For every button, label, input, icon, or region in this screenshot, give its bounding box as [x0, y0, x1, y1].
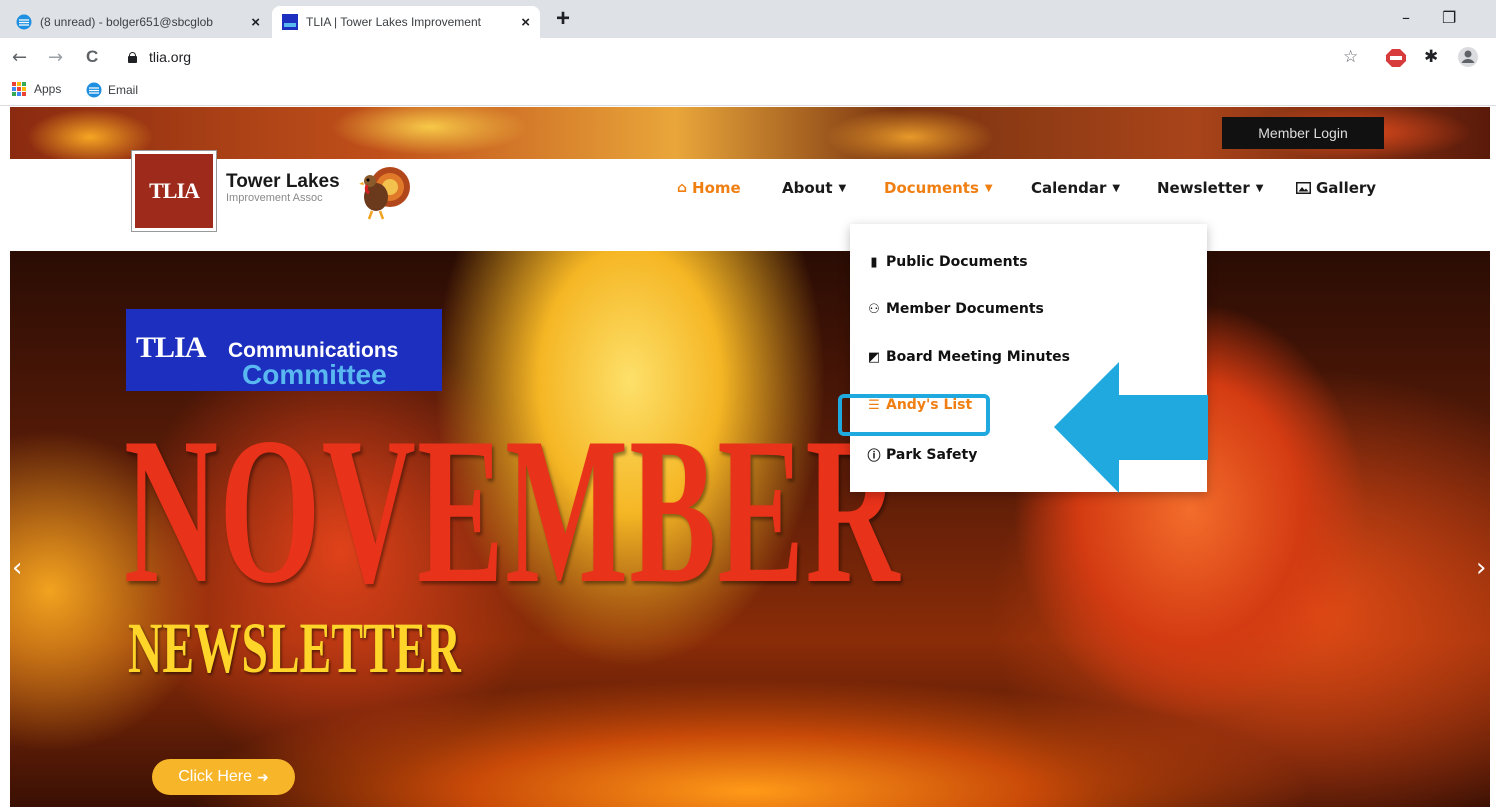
menu-item-public-documents[interactable]: ▮ Public Documents — [866, 254, 1028, 270]
edit-icon: ◩ — [867, 349, 881, 365]
menu-item-label: Andy's List — [886, 397, 973, 413]
menu-item-label: Member Documents — [886, 301, 1044, 317]
chevron-down-icon: ▼ — [838, 182, 847, 194]
menu-item-park-safety[interactable]: ⓘ Park Safety — [866, 445, 978, 465]
chevron-down-icon: ▼ — [1255, 182, 1264, 194]
cta-label: Click Here — [178, 768, 253, 785]
tab-tlia[interactable]: TLIA | Tower Lakes Improvement × — [272, 6, 540, 38]
menu-item-label: Public Documents — [886, 254, 1028, 270]
prev-slide-arrow[interactable]: ‹ — [12, 553, 22, 583]
chevron-down-icon: ▼ — [984, 182, 993, 194]
file-icon: ▮ — [870, 254, 878, 270]
nav-label: Home — [692, 179, 741, 197]
nav-label: Calendar — [1031, 179, 1107, 197]
committee-line2: Committee — [242, 359, 387, 390]
nav-label: About — [782, 179, 833, 197]
tlia-favicon-icon — [282, 14, 298, 30]
list-icon: ☰ — [868, 397, 880, 413]
extensions-icon[interactable]: ✱ — [1424, 47, 1438, 67]
menu-item-label: Board Meeting Minutes — [886, 349, 1070, 365]
email-favicon-icon — [16, 14, 32, 30]
nav-documents[interactable]: Documents ▼ — [884, 179, 993, 197]
forward-button[interactable]: → — [48, 47, 63, 68]
reload-button[interactable]: C — [86, 47, 98, 67]
minimize-button[interactable]: – — [1402, 8, 1410, 27]
bookmark-label: Email — [108, 83, 139, 97]
address-bar: ← → C tlia.org ☆ ✱ — [0, 38, 1496, 76]
nav-label: Newsletter — [1157, 179, 1250, 197]
arrow-circle-right-icon: ➜ — [257, 768, 269, 785]
menu-item-board-meeting-minutes[interactable]: ◩ Board Meeting Minutes — [866, 349, 1070, 365]
bookmark-apps[interactable]: Apps — [12, 82, 61, 96]
bookmark-email[interactable]: Email — [86, 82, 138, 98]
menu-item-andys-list[interactable]: ☰ Andy's List — [866, 397, 972, 413]
communications-committee-badge: TLIA Communications Committee — [126, 309, 442, 391]
tab-close-icon[interactable]: × — [251, 14, 260, 31]
website: Member Login TLIA Tower Lakes Improvemen… — [0, 107, 1496, 807]
lock-icon — [128, 52, 137, 63]
logo-subtitle: Improvement Assoc — [226, 192, 323, 204]
chevron-down-icon: ▼ — [1112, 182, 1121, 194]
adblock-icon[interactable] — [1386, 49, 1406, 67]
home-icon: ⌂ — [677, 180, 688, 196]
member-login-button[interactable]: Member Login — [1222, 117, 1384, 149]
bookmark-star-icon[interactable]: ☆ — [1343, 47, 1358, 67]
tab-email[interactable]: (8 unread) - bolger651@sbcglob × — [6, 6, 270, 38]
url-text: tlia.org — [149, 49, 192, 65]
committee-abbrev: TLIA — [136, 331, 206, 364]
image-icon — [1296, 182, 1311, 194]
menu-item-member-documents[interactable]: ⚇ Member Documents — [866, 301, 1044, 317]
users-icon: ⚇ — [868, 301, 880, 317]
site-navbar: TLIA Tower Lakes Improvement Assoc ⌂ Hom… — [0, 151, 1496, 251]
logo-title: Tower Lakes — [226, 171, 340, 192]
tlia-logo[interactable]: TLIA — [132, 151, 216, 231]
back-button[interactable]: ← — [12, 47, 27, 68]
click-here-button[interactable]: Click Here ➜ — [152, 759, 295, 795]
next-slide-arrow[interactable]: › — [1476, 553, 1486, 583]
browser-tab-strip: (8 unread) - bolger651@sbcglob × TLIA | … — [0, 0, 1496, 38]
nav-calendar[interactable]: Calendar ▼ — [1031, 179, 1120, 197]
hero-headline: NOVEMBER — [124, 395, 901, 627]
bookmark-label: Apps — [34, 82, 62, 96]
tab-label: TLIA | Tower Lakes Improvement — [306, 15, 481, 29]
nav-home[interactable]: ⌂ Home — [677, 179, 741, 197]
nav-label: Documents — [884, 179, 979, 197]
header-banner-image: Member Login — [10, 107, 1490, 159]
hero-subheadline: NEWSLETTER — [128, 608, 461, 688]
nav-gallery[interactable]: Gallery — [1296, 179, 1376, 197]
bookmarks-bar: Apps Email — [0, 76, 1496, 106]
new-tab-button[interactable]: + — [556, 5, 570, 33]
info-icon: ⓘ — [867, 449, 881, 464]
email-favicon-icon — [86, 82, 102, 98]
turkey-icon — [359, 167, 410, 220]
nav-about[interactable]: About ▼ — [782, 179, 846, 197]
restore-button[interactable]: ❐ — [1442, 8, 1456, 27]
profile-avatar-icon[interactable] — [1458, 47, 1478, 67]
tab-label: (8 unread) - bolger651@sbcglob — [40, 15, 213, 29]
tab-close-icon[interactable]: × — [521, 14, 530, 31]
pointer-arrow-annotation — [1054, 362, 1208, 493]
hero-slide: TLIA Communications Committee NOVEMBER N… — [10, 251, 1490, 807]
menu-item-label: Park Safety — [886, 446, 978, 463]
nav-newsletter[interactable]: Newsletter ▼ — [1157, 179, 1263, 197]
nav-label: Gallery — [1316, 179, 1377, 197]
apps-grid-icon — [12, 82, 26, 96]
url-field[interactable]: tlia.org — [128, 44, 1328, 70]
